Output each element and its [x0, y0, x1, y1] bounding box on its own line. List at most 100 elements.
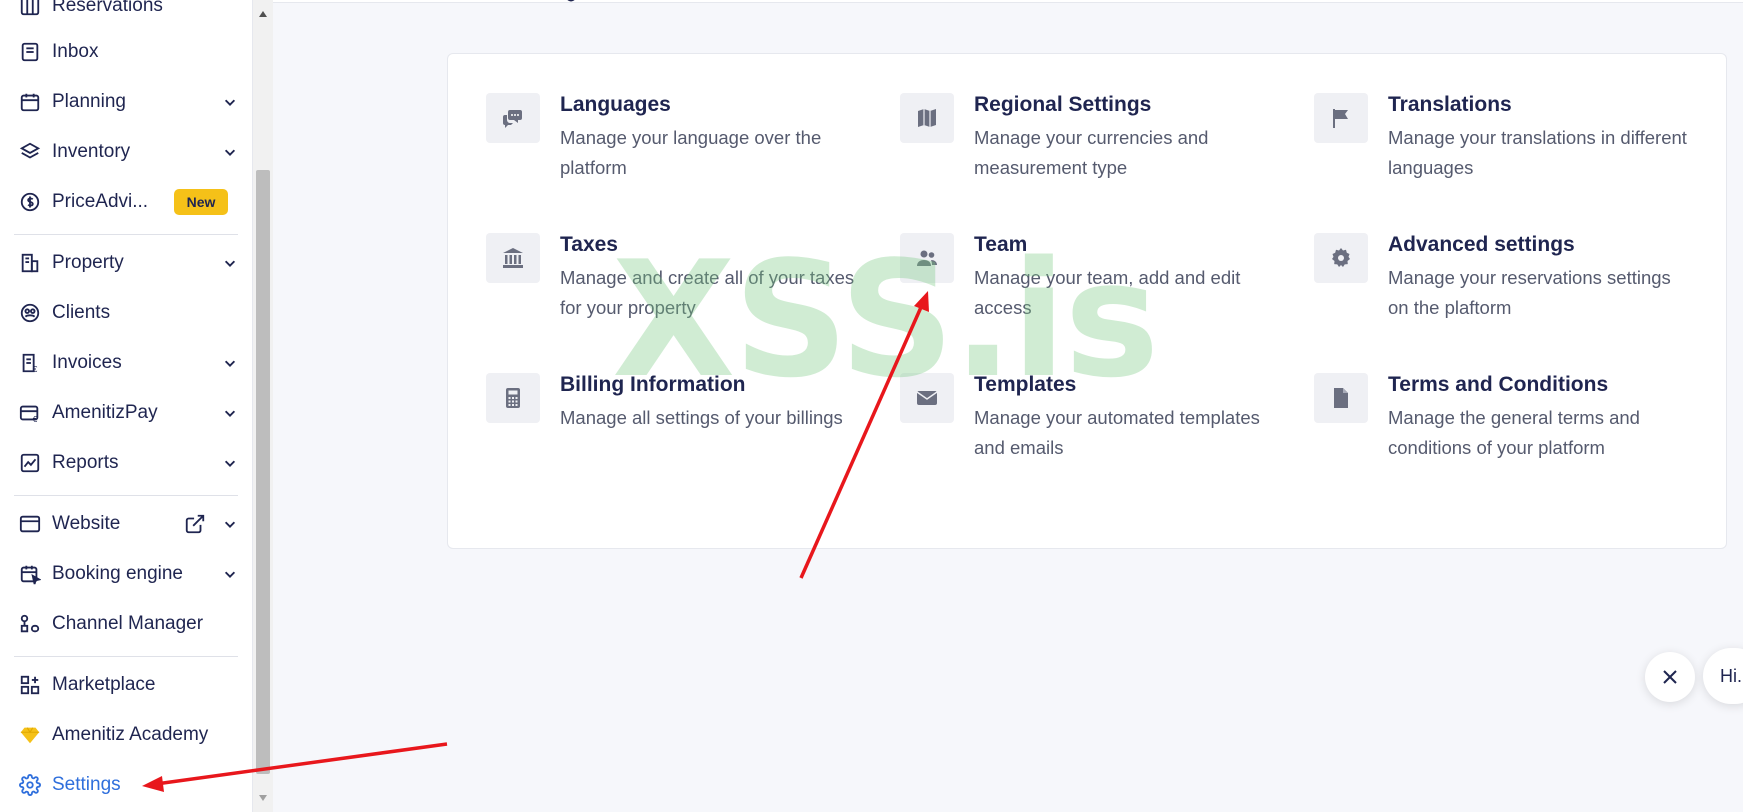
users-icon — [900, 233, 954, 283]
chat-greeting-bubble[interactable]: Hi. — [1703, 648, 1743, 704]
settings-tile-templates[interactable]: Templates Manage your automated template… — [900, 373, 1280, 493]
settings-card: Languages Manage your language over the … — [447, 53, 1727, 549]
tile-title: Terms and Conditions — [1388, 373, 1609, 396]
sidebar-item-website[interactable]: Website — [0, 502, 253, 546]
tile-description: Manage and create all of your taxes for … — [560, 267, 855, 318]
page-header-strip — [273, 0, 1743, 3]
tile-description: Manage your currencies and measurement t… — [974, 127, 1209, 178]
map-icon — [900, 93, 954, 143]
new-badge: New — [174, 189, 228, 215]
sidebar-item-label: Marketplace — [52, 674, 156, 695]
sidebar-item-booking-engine[interactable]: Booking engine — [0, 552, 253, 596]
settings-tile-languages[interactable]: Languages Manage your language over the … — [486, 93, 866, 213]
settings-tile-advanced-settings[interactable]: Advanced settings Manage your reservatio… — [1314, 233, 1694, 353]
chevron-down-icon[interactable] — [222, 405, 238, 421]
sidebar-item-label: Planning — [52, 91, 126, 112]
svg-text:€: € — [33, 365, 38, 374]
calculator-icon — [486, 373, 540, 423]
sidebar-item-label: Inbox — [52, 41, 99, 62]
close-icon — [1663, 670, 1677, 684]
chevron-down-icon[interactable] — [222, 516, 238, 532]
chevron-down-icon[interactable] — [222, 355, 238, 371]
card-euro-icon: € — [18, 401, 42, 425]
invoice-icon: € — [18, 351, 42, 375]
tile-title: Team — [974, 233, 1028, 256]
external-link-icon[interactable] — [184, 513, 206, 535]
sidebar-item-marketplace[interactable]: Marketplace — [0, 663, 253, 707]
sidebar-scrollbar[interactable] — [253, 0, 273, 812]
scroll-down-arrow-icon[interactable] — [253, 790, 273, 806]
tile-description: Manage your team, add and edit access — [974, 267, 1241, 318]
tile-title: Advanced settings — [1388, 233, 1575, 256]
dollar-circle-icon — [18, 190, 42, 214]
chevron-down-icon[interactable] — [222, 94, 238, 110]
sidebar-item-label: Clients — [52, 302, 111, 323]
chevron-down-icon[interactable] — [222, 255, 238, 271]
tile-title: Billing Information — [560, 373, 746, 396]
sidebar-divider — [14, 495, 238, 496]
sidebar-item-channel-manager[interactable]: Channel Manager — [0, 602, 253, 646]
scroll-up-arrow-icon[interactable] — [253, 6, 273, 22]
sidebar-item-settings[interactable]: Settings — [0, 763, 253, 807]
tile-title: Languages — [560, 93, 671, 116]
sidebar-item-label: AmenitizPay — [52, 402, 158, 423]
sidebar-item-reports[interactable]: Reports — [0, 441, 253, 485]
sidebar-item-label: Reports — [52, 452, 119, 473]
tile-description: Manage your automated templates and emai… — [974, 407, 1260, 458]
settings-tile-team[interactable]: Team Manage your team, add and edit acce… — [900, 233, 1280, 353]
clients-icon — [18, 301, 42, 325]
chevron-down-icon[interactable] — [222, 566, 238, 582]
grid-plus-icon — [18, 673, 42, 697]
sidebar-item-label: PriceAdvi... — [52, 191, 149, 212]
calendar-cursor-icon — [18, 562, 42, 586]
browser-icon — [18, 512, 42, 536]
sidebar-item-inbox[interactable]: Inbox — [0, 30, 253, 74]
cog-icon — [1314, 233, 1368, 283]
layers-icon — [18, 140, 42, 164]
chat-bubble-icon — [486, 93, 540, 143]
settings-tile-taxes[interactable]: Taxes Manage and create all of your taxe… — [486, 233, 866, 353]
sidebar-item-label: Channel Manager — [52, 613, 204, 634]
sidebar-item-inventory[interactable]: Inventory — [0, 130, 253, 174]
sidebar-item-property[interactable]: Property — [0, 241, 253, 285]
sidebar-divider — [14, 656, 238, 657]
page-title-fragment — [567, 0, 575, 2]
document-icon — [1314, 373, 1368, 423]
flag-icon — [1314, 93, 1368, 143]
sidebar-item-reservations[interactable]: Reservations — [0, 0, 253, 28]
settings-tile-translations[interactable]: Translations Manage your translations in… — [1314, 93, 1694, 213]
settings-tile-billing-information[interactable]: Billing Information Manage all settings … — [486, 373, 866, 493]
reservations-icon — [18, 0, 42, 18]
channel-icon — [18, 612, 42, 636]
chevron-down-icon[interactable] — [222, 144, 238, 160]
chevron-down-icon[interactable] — [222, 455, 238, 471]
sidebar-item-priceadvisor[interactable]: PriceAdvi... New — [0, 180, 253, 224]
sidebar-item-planning[interactable]: Planning — [0, 80, 253, 124]
svg-text:€: € — [33, 415, 38, 424]
sidebar-item-label: Amenitiz Academy — [52, 724, 209, 745]
tile-title: Taxes — [560, 233, 618, 256]
tile-title: Regional Settings — [974, 93, 1152, 116]
sidebar-item-label: Website — [52, 513, 121, 534]
chat-close-button[interactable] — [1645, 652, 1695, 702]
settings-tile-regional-settings[interactable]: Regional Settings Manage your currencies… — [900, 93, 1280, 213]
envelope-icon — [900, 373, 954, 423]
sidebar-item-label: Inventory — [52, 141, 131, 162]
tile-description: Manage your reservations settings on the… — [1388, 267, 1671, 318]
gear-icon — [18, 773, 42, 797]
chart-icon — [18, 451, 42, 475]
sidebar-item-label: Settings — [52, 774, 121, 795]
sidebar-item-invoices[interactable]: € Invoices — [0, 341, 253, 385]
scrollbar-thumb[interactable] — [256, 170, 270, 774]
settings-tile-terms-and-conditions[interactable]: Terms and Conditions Manage the general … — [1314, 373, 1694, 493]
tile-description: Manage all settings of your billings — [560, 407, 843, 428]
tile-title: Translations — [1388, 93, 1512, 116]
sidebar-item-clients[interactable]: Clients — [0, 291, 253, 335]
tile-title: Templates — [974, 373, 1077, 396]
sidebar-item-label: Booking engine — [52, 563, 183, 584]
sidebar-item-label: Reservations — [52, 0, 163, 16]
sidebar-item-amenitiz-academy[interactable]: Amenitiz Academy — [0, 713, 253, 757]
sidebar-item-label: Property — [52, 252, 124, 273]
sidebar-item-amenitizpay[interactable]: € AmenitizPay — [0, 391, 253, 435]
calendar-icon — [18, 90, 42, 114]
